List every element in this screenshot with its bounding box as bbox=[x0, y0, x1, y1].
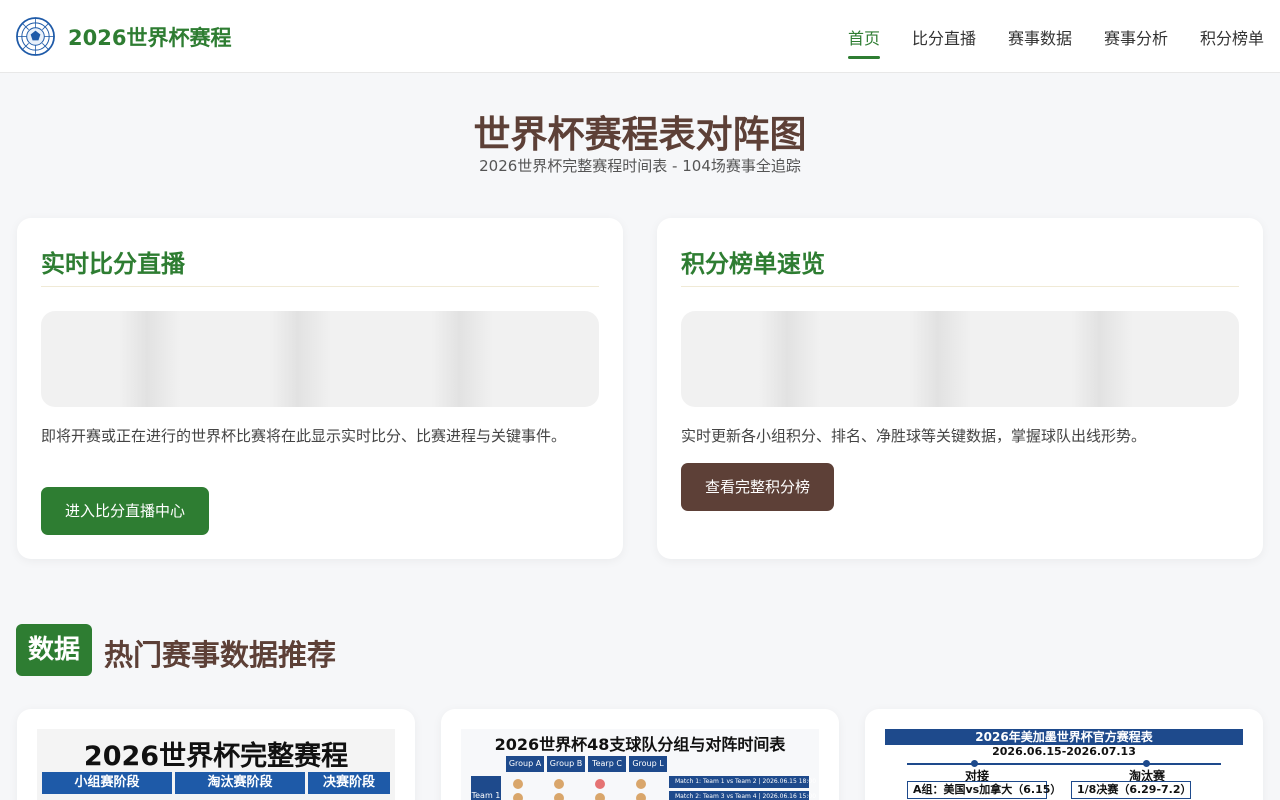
data-card-full-schedule[interactable]: 2026世界杯完整赛程 小组赛阶段 淘汰赛阶段 决赛阶段 bbox=[17, 709, 415, 800]
thumbnail-title: 2026世界杯48支球队分组与对阵时间表 bbox=[494, 735, 786, 754]
nav-match-data[interactable]: 赛事数据 bbox=[1008, 25, 1072, 49]
nav-standings[interactable]: 积分榜单 bbox=[1200, 25, 1264, 49]
team-avatar bbox=[595, 793, 605, 800]
brand-title[interactable]: 2026世界杯赛程 bbox=[68, 22, 231, 52]
soccer-ball-icon[interactable] bbox=[15, 16, 56, 57]
active-nav-indicator bbox=[848, 56, 880, 59]
nav-live-scores[interactable]: 比分直播 bbox=[912, 25, 976, 49]
section-badge: 数据 bbox=[16, 624, 92, 676]
nav-match-analysis[interactable]: 赛事分析 bbox=[1104, 25, 1168, 49]
team-avatar bbox=[636, 779, 646, 789]
card-description: 实时更新各小组积分、排名、净胜球等关键数据，掌握球队出线形势。 bbox=[681, 427, 1147, 445]
team-avatar bbox=[554, 793, 564, 800]
loading-placeholder bbox=[41, 311, 599, 407]
card-title: 积分榜单速览 bbox=[681, 250, 825, 278]
team-avatar bbox=[636, 793, 646, 800]
group-header: Group A bbox=[506, 756, 544, 772]
standings-card: 积分榜单速览 实时更新各小组积分、排名、净胜球等关键数据，掌握球队出线形势。 查… bbox=[657, 218, 1263, 559]
stage-tab: 决赛阶段 bbox=[308, 772, 390, 794]
top-header: 2026世界杯赛程 首页 比分直播 赛事数据 赛事分析 积分榜单 bbox=[0, 0, 1280, 73]
date-range: 2026.06.15-2026.07.13 bbox=[992, 745, 1136, 758]
full-standings-button[interactable]: 查看完整积分榜 bbox=[681, 463, 835, 511]
stage-tab: 小组赛阶段 bbox=[42, 772, 172, 794]
divider bbox=[41, 286, 599, 287]
page-title: 世界杯赛程表对阵图 bbox=[473, 113, 807, 156]
live-score-center-button[interactable]: 进入比分直播中心 bbox=[41, 487, 210, 535]
nav-home[interactable]: 首页 bbox=[848, 25, 880, 49]
loading-placeholder bbox=[681, 311, 1239, 407]
group-schedule-thumbnail: 2026世界杯48支球队分组与对阵时间表 Group A Group B Tea… bbox=[461, 729, 819, 800]
team-avatar bbox=[513, 793, 523, 800]
team-avatar bbox=[595, 779, 605, 789]
official-schedule-thumbnail: 2026年美加墨世界杯官方赛程表 2026.06.15-2026.07.13 对… bbox=[885, 729, 1243, 800]
timeline-dot bbox=[1143, 760, 1150, 767]
team-label: Team 1 bbox=[471, 776, 501, 800]
divider bbox=[681, 286, 1239, 287]
group-header: Tearp C bbox=[588, 756, 626, 772]
timeline-line bbox=[907, 763, 1221, 765]
team-avatar bbox=[513, 779, 523, 789]
group-header: Group B bbox=[547, 756, 585, 772]
match-box: 1/8决赛（6.29-7.2） bbox=[1071, 781, 1192, 799]
timeline-dot bbox=[971, 760, 978, 767]
thumbnail-title: 2026世界杯完整赛程 bbox=[83, 741, 349, 772]
section-title: 热门赛事数据推荐 bbox=[104, 638, 337, 672]
page-subtitle: 2026世界杯完整赛程时间表 - 104场赛事全追踪 bbox=[479, 157, 801, 175]
data-card-official-schedule[interactable]: 2026年美加墨世界杯官方赛程表 2026.06.15-2026.07.13 对… bbox=[865, 709, 1263, 800]
match-row: Match 2: Team 3 vs Team 4 | 2026.06.16 1… bbox=[669, 791, 816, 800]
match-box: A组：美国vs加拿大（6.15） bbox=[907, 781, 1061, 799]
schedule-thumbnail: 2026世界杯完整赛程 小组赛阶段 淘汰赛阶段 决赛阶段 bbox=[37, 729, 395, 800]
stage-tab: 淘汰赛阶段 bbox=[175, 772, 305, 794]
team-avatar bbox=[554, 779, 564, 789]
match-row: Match 1: Team 1 vs Team 2 | 2026.06.15 1… bbox=[669, 776, 816, 788]
data-card-group-schedule[interactable]: 2026世界杯48支球队分组与对阵时间表 Group A Group B Tea… bbox=[441, 709, 839, 800]
group-header: Group L bbox=[629, 756, 667, 772]
live-score-card: 实时比分直播 即将开赛或正在进行的世界杯比赛将在此显示实时比分、比赛进程与关键事… bbox=[17, 218, 623, 559]
card-title: 实时比分直播 bbox=[41, 250, 185, 278]
thumbnail-title: 2026年美加墨世界杯官方赛程表 bbox=[885, 729, 1243, 745]
card-description: 即将开赛或正在进行的世界杯比赛将在此显示实时比分、比赛进程与关键事件。 bbox=[41, 427, 567, 445]
